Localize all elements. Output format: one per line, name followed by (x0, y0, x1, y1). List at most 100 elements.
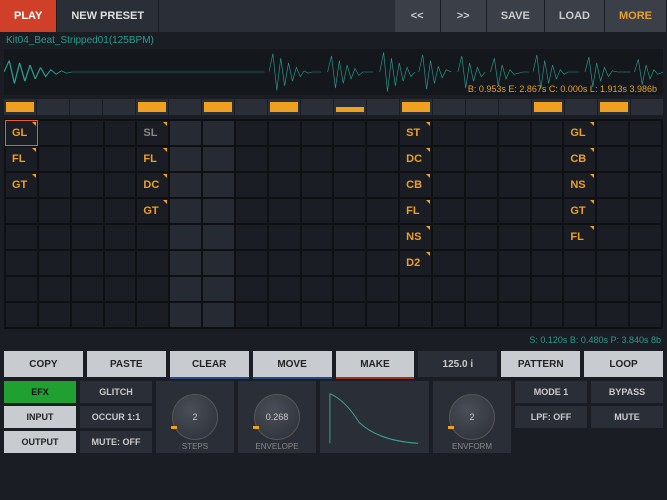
mute2-button[interactable]: MUTE (591, 406, 663, 428)
play-button[interactable]: PLAY (0, 0, 57, 32)
grid-cell[interactable]: FL (399, 198, 432, 224)
grid-cell[interactable] (301, 172, 334, 198)
grid-cell[interactable] (202, 120, 235, 146)
paste-button[interactable]: PASTE (87, 351, 166, 377)
grid-cell[interactable] (596, 146, 629, 172)
grid-cell[interactable] (432, 198, 465, 224)
grid-cell[interactable] (531, 172, 564, 198)
copy-button[interactable]: COPY (4, 351, 83, 377)
grid-cell[interactable] (629, 120, 662, 146)
grid-cell[interactable] (235, 302, 268, 328)
grid-cell[interactable] (531, 224, 564, 250)
grid-cell[interactable] (432, 250, 465, 276)
grid-cell[interactable] (465, 302, 498, 328)
efx-button[interactable]: EFX (4, 381, 76, 403)
grid-cell[interactable] (432, 276, 465, 302)
grid-cell[interactable] (38, 224, 71, 250)
prev-button[interactable]: << (395, 0, 441, 32)
grid-cell[interactable]: NS (399, 224, 432, 250)
grid-cell[interactable] (301, 276, 334, 302)
grid-cell[interactable] (202, 250, 235, 276)
grid-cell[interactable] (38, 120, 71, 146)
step-cell[interactable] (169, 99, 201, 115)
step-cell[interactable] (565, 99, 597, 115)
grid-cell[interactable] (366, 146, 399, 172)
grid-cell[interactable] (169, 302, 202, 328)
grid-cell[interactable] (498, 302, 531, 328)
grid-cell[interactable]: FL (136, 146, 169, 172)
grid-cell[interactable] (5, 302, 38, 328)
grid-cell[interactable]: D2 (399, 250, 432, 276)
step-cell[interactable] (37, 99, 69, 115)
grid-cell[interactable]: GL (563, 120, 596, 146)
grid-cell[interactable] (71, 250, 104, 276)
grid-cell[interactable] (333, 250, 366, 276)
grid-cell[interactable] (531, 276, 564, 302)
grid-cell[interactable] (104, 250, 137, 276)
grid-cell[interactable] (531, 120, 564, 146)
grid-cell[interactable] (38, 302, 71, 328)
grid-cell[interactable] (366, 172, 399, 198)
grid-cell[interactable] (333, 146, 366, 172)
grid-cell[interactable] (235, 250, 268, 276)
grid-cell[interactable] (136, 224, 169, 250)
grid-cell[interactable] (104, 276, 137, 302)
grid-cell[interactable] (301, 224, 334, 250)
grid-cell[interactable] (629, 276, 662, 302)
grid-cell[interactable] (563, 276, 596, 302)
step-cell[interactable] (466, 99, 498, 115)
grid-cell[interactable] (268, 146, 301, 172)
grid-cell[interactable]: DC (136, 172, 169, 198)
grid-cell[interactable] (136, 302, 169, 328)
grid-cell[interactable] (169, 224, 202, 250)
step-cell[interactable] (235, 99, 267, 115)
save-button[interactable]: SAVE (487, 0, 545, 32)
step-cell[interactable] (400, 99, 432, 115)
step-cell[interactable] (433, 99, 465, 115)
grid-cell[interactable] (333, 120, 366, 146)
mute-button[interactable]: MUTE: OFF (80, 431, 152, 453)
grid-cell[interactable] (104, 120, 137, 146)
pattern-button[interactable]: PATTERN (501, 351, 580, 377)
grid-cell[interactable]: DC (399, 146, 432, 172)
grid-cell[interactable]: GT (563, 198, 596, 224)
grid-cell[interactable] (301, 302, 334, 328)
grid-cell[interactable] (563, 302, 596, 328)
grid-cell[interactable] (366, 224, 399, 250)
grid-cell[interactable] (432, 224, 465, 250)
grid-cell[interactable] (333, 198, 366, 224)
grid-cell[interactable] (268, 120, 301, 146)
grid-cell[interactable] (71, 276, 104, 302)
grid-cell[interactable]: GT (136, 198, 169, 224)
grid-cell[interactable] (333, 224, 366, 250)
grid-cell[interactable] (301, 120, 334, 146)
bpm-display[interactable]: 125.0 i (418, 351, 497, 377)
grid-cell[interactable] (629, 224, 662, 250)
grid-cell[interactable] (71, 120, 104, 146)
grid-cell[interactable] (498, 198, 531, 224)
step-cell[interactable] (202, 99, 234, 115)
grid-cell[interactable] (596, 198, 629, 224)
grid-cell[interactable] (235, 224, 268, 250)
grid-cell[interactable] (169, 146, 202, 172)
grid-cell[interactable] (531, 250, 564, 276)
output-button[interactable]: OUTPUT (4, 431, 76, 453)
grid-cell[interactable] (169, 172, 202, 198)
move-button[interactable]: MOVE (253, 351, 332, 377)
step-cell[interactable] (268, 99, 300, 115)
grid-cell[interactable] (235, 172, 268, 198)
grid-cell[interactable]: SL (136, 120, 169, 146)
grid-cell[interactable] (202, 172, 235, 198)
load-button[interactable]: LOAD (545, 0, 605, 32)
grid-cell[interactable] (301, 198, 334, 224)
grid-cell[interactable] (432, 172, 465, 198)
grid-cell[interactable] (268, 172, 301, 198)
grid-cell[interactable] (235, 276, 268, 302)
grid-cell[interactable] (596, 224, 629, 250)
input-button[interactable]: INPUT (4, 406, 76, 428)
grid-cell[interactable] (498, 250, 531, 276)
grid-cell[interactable] (104, 146, 137, 172)
grid-cell[interactable] (498, 276, 531, 302)
grid-cell[interactable] (531, 198, 564, 224)
grid-cell[interactable] (629, 302, 662, 328)
